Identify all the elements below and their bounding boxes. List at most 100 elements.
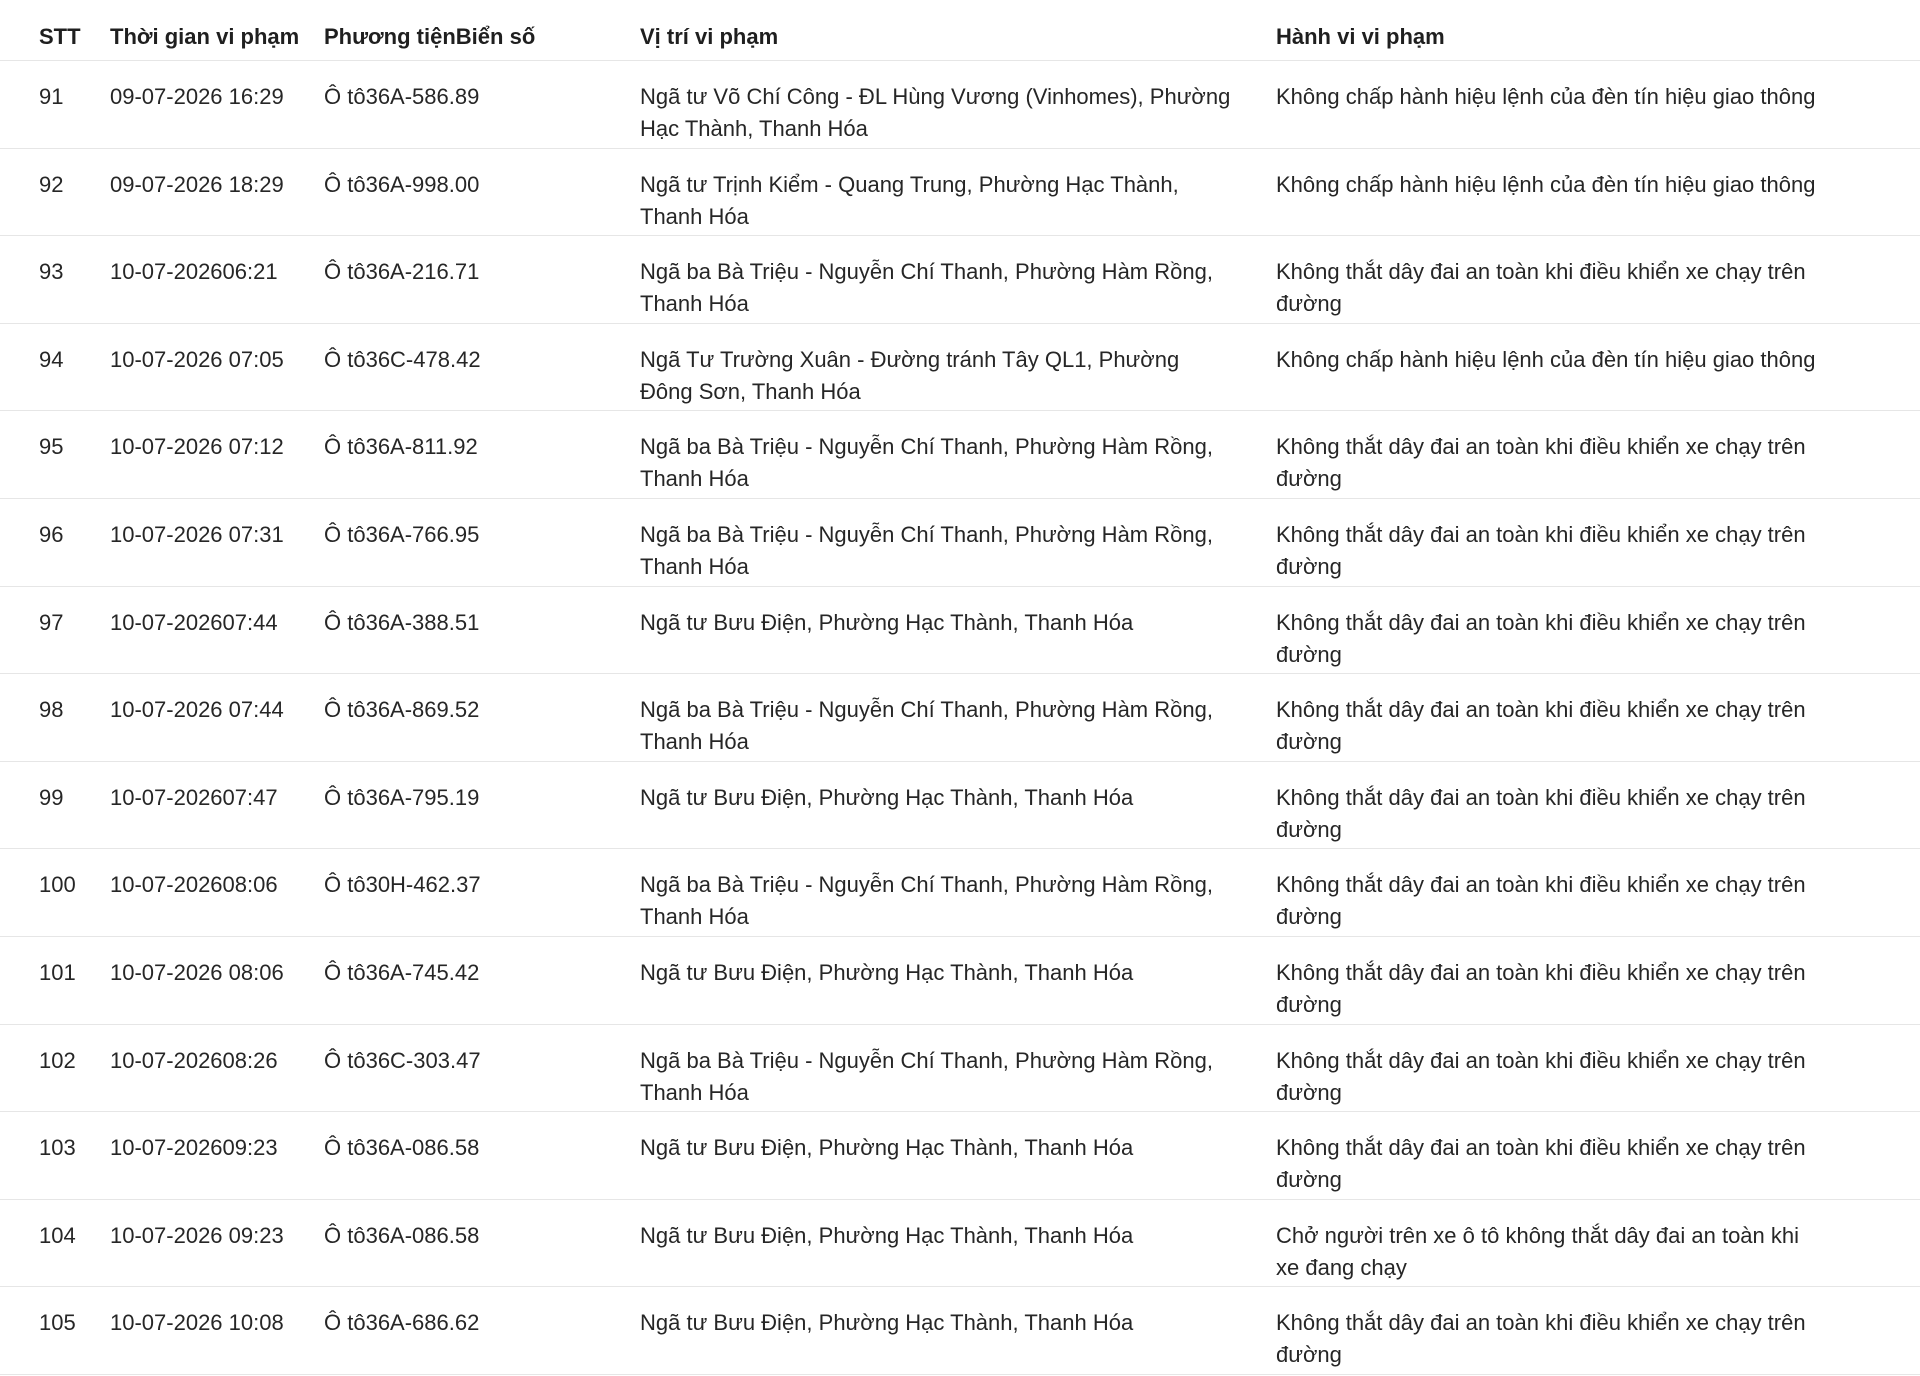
cell-behavior: Không thắt dây đai an toàn khi điều khiể… [1276, 1310, 1806, 1368]
cell-behavior: Không thắt dây đai an toàn khi điều khiể… [1276, 609, 1806, 667]
cell-stt: 99 [39, 784, 64, 810]
cell-behavior: Chở người trên xe ô tô không thắt dây đa… [1276, 1222, 1800, 1280]
cell-vehicle: Ô tô [324, 959, 366, 985]
header-vehicle: Phương tiện [324, 24, 456, 49]
header-behavior: Hành vi vi phạm [1276, 24, 1445, 49]
cell-vehicle: Ô tô [324, 1047, 366, 1073]
cell-vehicle: Ô tô [324, 609, 366, 635]
table-row: 93 10-07-202606:21 Ô tô36A-216.71 Ngã ba… [0, 236, 1920, 324]
cell-stt: 103 [39, 1135, 76, 1161]
table-row: 98 10-07-2026 07:44 Ô tô36A-869.52 Ngã b… [0, 674, 1920, 762]
table-row: 91 09-07-2026 16:29 Ô tô36A-586.89 Ngã t… [0, 61, 1920, 149]
cell-plate: 36A-216.71 [365, 259, 480, 285]
cell-location: Ngã tư Bưu Điện, Phường Hạc Thành, Thanh… [640, 609, 1134, 635]
cell-time: 10-07-202608:06 [110, 872, 278, 898]
cell-behavior: Không chấp hành hiệu lệnh của đèn tín hi… [1276, 346, 1816, 372]
cell-vehicle-plate: Ô tô30H-462.37 [324, 869, 640, 901]
cell-vehicle-plate: Ô tô36A-216.71 [324, 256, 640, 288]
cell-plate: 36A-998.00 [365, 171, 480, 197]
cell-vehicle-plate: Ô tô36A-686.62 [324, 1307, 640, 1339]
cell-location: Ngã ba Bà Triệu - Nguyễn Chí Thanh, Phườ… [640, 697, 1213, 755]
cell-vehicle: Ô tô [324, 1222, 366, 1248]
table-row: 96 10-07-2026 07:31 Ô tô36A-766.95 Ngã b… [0, 499, 1920, 587]
cell-plate: 36A-388.51 [365, 609, 480, 635]
table-row: 94 10-07-2026 07:05 Ô tô36C-478.42 Ngã T… [0, 324, 1920, 412]
cell-behavior: Không thắt dây đai an toàn khi điều khiể… [1276, 521, 1806, 579]
cell-behavior: Không thắt dây đai an toàn khi điều khiể… [1276, 1047, 1806, 1105]
cell-stt: 97 [39, 609, 64, 635]
table-row: 100 10-07-202608:06 Ô tô30H-462.37 Ngã b… [0, 849, 1920, 937]
cell-vehicle-plate: Ô tô36A-745.42 [324, 957, 640, 989]
cell-vehicle: Ô tô [324, 784, 366, 810]
cell-plate: 36A-586.89 [365, 84, 480, 109]
cell-behavior: Không thắt dây đai an toàn khi điều khiể… [1276, 259, 1806, 317]
cell-plate: 36C-478.42 [365, 346, 481, 372]
cell-time: 10-07-2026 07:05 [110, 346, 284, 372]
cell-vehicle: Ô tô [324, 1135, 366, 1161]
cell-stt: 94 [39, 346, 64, 372]
cell-time: 09-07-2026 18:29 [110, 171, 284, 197]
cell-behavior: Không thắt dây đai an toàn khi điều khiể… [1276, 872, 1806, 930]
cell-plate: 36C-303.47 [365, 1047, 481, 1073]
cell-plate: 36A-745.42 [365, 959, 480, 985]
cell-stt: 105 [39, 1310, 76, 1336]
cell-location: Ngã tư Bưu Điện, Phường Hạc Thành, Thanh… [640, 1135, 1134, 1161]
cell-vehicle-plate: Ô tô36A-998.00 [324, 169, 640, 201]
cell-stt: 93 [39, 259, 64, 285]
cell-time: 10-07-2026 09:23 [110, 1222, 284, 1248]
cell-time: 09-07-2026 16:29 [110, 84, 284, 109]
cell-vehicle: Ô tô [324, 434, 366, 460]
cell-behavior: Không chấp hành hiệu lệnh của đèn tín hi… [1276, 171, 1816, 197]
cell-vehicle-plate: Ô tô36A-795.19 [324, 782, 640, 814]
table-row: 95 10-07-2026 07:12 Ô tô36A-811.92 Ngã b… [0, 411, 1920, 499]
cell-time: 10-07-202606:21 [110, 259, 278, 285]
cell-time: 10-07-202609:23 [110, 1135, 278, 1161]
cell-vehicle-plate: Ô tô36A-086.58 [324, 1132, 640, 1164]
cell-time: 10-07-202607:47 [110, 784, 278, 810]
cell-plate: 36A-795.19 [365, 784, 480, 810]
cell-vehicle-plate: Ô tô36C-478.42 [324, 344, 640, 376]
cell-location: Ngã ba Bà Triệu - Nguyễn Chí Thanh, Phườ… [640, 872, 1213, 930]
cell-plate: 36A-766.95 [365, 521, 480, 547]
cell-location: Ngã ba Bà Triệu - Nguyễn Chí Thanh, Phườ… [640, 521, 1213, 579]
cell-stt: 95 [39, 434, 64, 460]
cell-location: Ngã ba Bà Triệu - Nguyễn Chí Thanh, Phườ… [640, 434, 1213, 492]
header-plate: Biển số [455, 24, 536, 49]
cell-behavior: Không thắt dây đai an toàn khi điều khiể… [1276, 1135, 1806, 1193]
cell-time: 10-07-2026 07:12 [110, 434, 284, 460]
cell-vehicle-plate: Ô tô36A-388.51 [324, 607, 640, 639]
cell-time: 10-07-2026 08:06 [110, 959, 284, 985]
cell-vehicle-plate: Ô tô36C-303.47 [324, 1045, 640, 1077]
cell-location: Ngã ba Bà Triệu - Nguyễn Chí Thanh, Phườ… [640, 259, 1213, 317]
cell-vehicle-plate: Ô tô36A-811.92 [324, 431, 640, 463]
cell-stt: 91 [39, 84, 64, 109]
header-time: Thời gian vi phạm [110, 24, 300, 49]
cell-behavior: Không thắt dây đai an toàn khi điều khiể… [1276, 697, 1806, 755]
cell-time: 10-07-202608:26 [110, 1047, 278, 1073]
cell-time: 10-07-202607:44 [110, 609, 278, 635]
cell-vehicle: Ô tô [324, 171, 366, 197]
cell-plate: 30H-462.37 [365, 872, 481, 898]
cell-vehicle: Ô tô [324, 872, 366, 898]
violations-table: STT Thời gian vi phạm Phương tiệnBiển số… [0, 0, 1920, 1375]
table-row: 99 10-07-202607:47 Ô tô36A-795.19 Ngã tư… [0, 762, 1920, 850]
cell-plate: 36A-086.58 [365, 1222, 480, 1248]
cell-vehicle: Ô tô [324, 84, 366, 109]
cell-time: 10-07-2026 10:08 [110, 1310, 284, 1336]
cell-location: Ngã tư Bưu Điện, Phường Hạc Thành, Thanh… [640, 1222, 1134, 1248]
cell-location: Ngã ba Bà Triệu - Nguyễn Chí Thanh, Phườ… [640, 1047, 1213, 1105]
cell-time: 10-07-2026 07:31 [110, 521, 284, 547]
cell-stt: 102 [39, 1047, 76, 1073]
cell-stt: 100 [39, 872, 76, 898]
table-row: 97 10-07-202607:44 Ô tô36A-388.51 Ngã tư… [0, 587, 1920, 675]
header-stt: STT [39, 24, 81, 49]
cell-vehicle-plate: Ô tô36A-869.52 [324, 694, 640, 726]
header-vehicle-plate: Phương tiệnBiển số [324, 24, 640, 50]
table-header: STT Thời gian vi phạm Phương tiệnBiển số… [0, 0, 1920, 61]
cell-plate: 36A-869.52 [365, 697, 480, 723]
cell-vehicle: Ô tô [324, 346, 366, 372]
cell-stt: 98 [39, 697, 64, 723]
table-row: 92 09-07-2026 18:29 Ô tô36A-998.00 Ngã t… [0, 149, 1920, 237]
cell-behavior: Không thắt dây đai an toàn khi điều khiể… [1276, 959, 1806, 1017]
table-row: 103 10-07-202609:23 Ô tô36A-086.58 Ngã t… [0, 1112, 1920, 1200]
